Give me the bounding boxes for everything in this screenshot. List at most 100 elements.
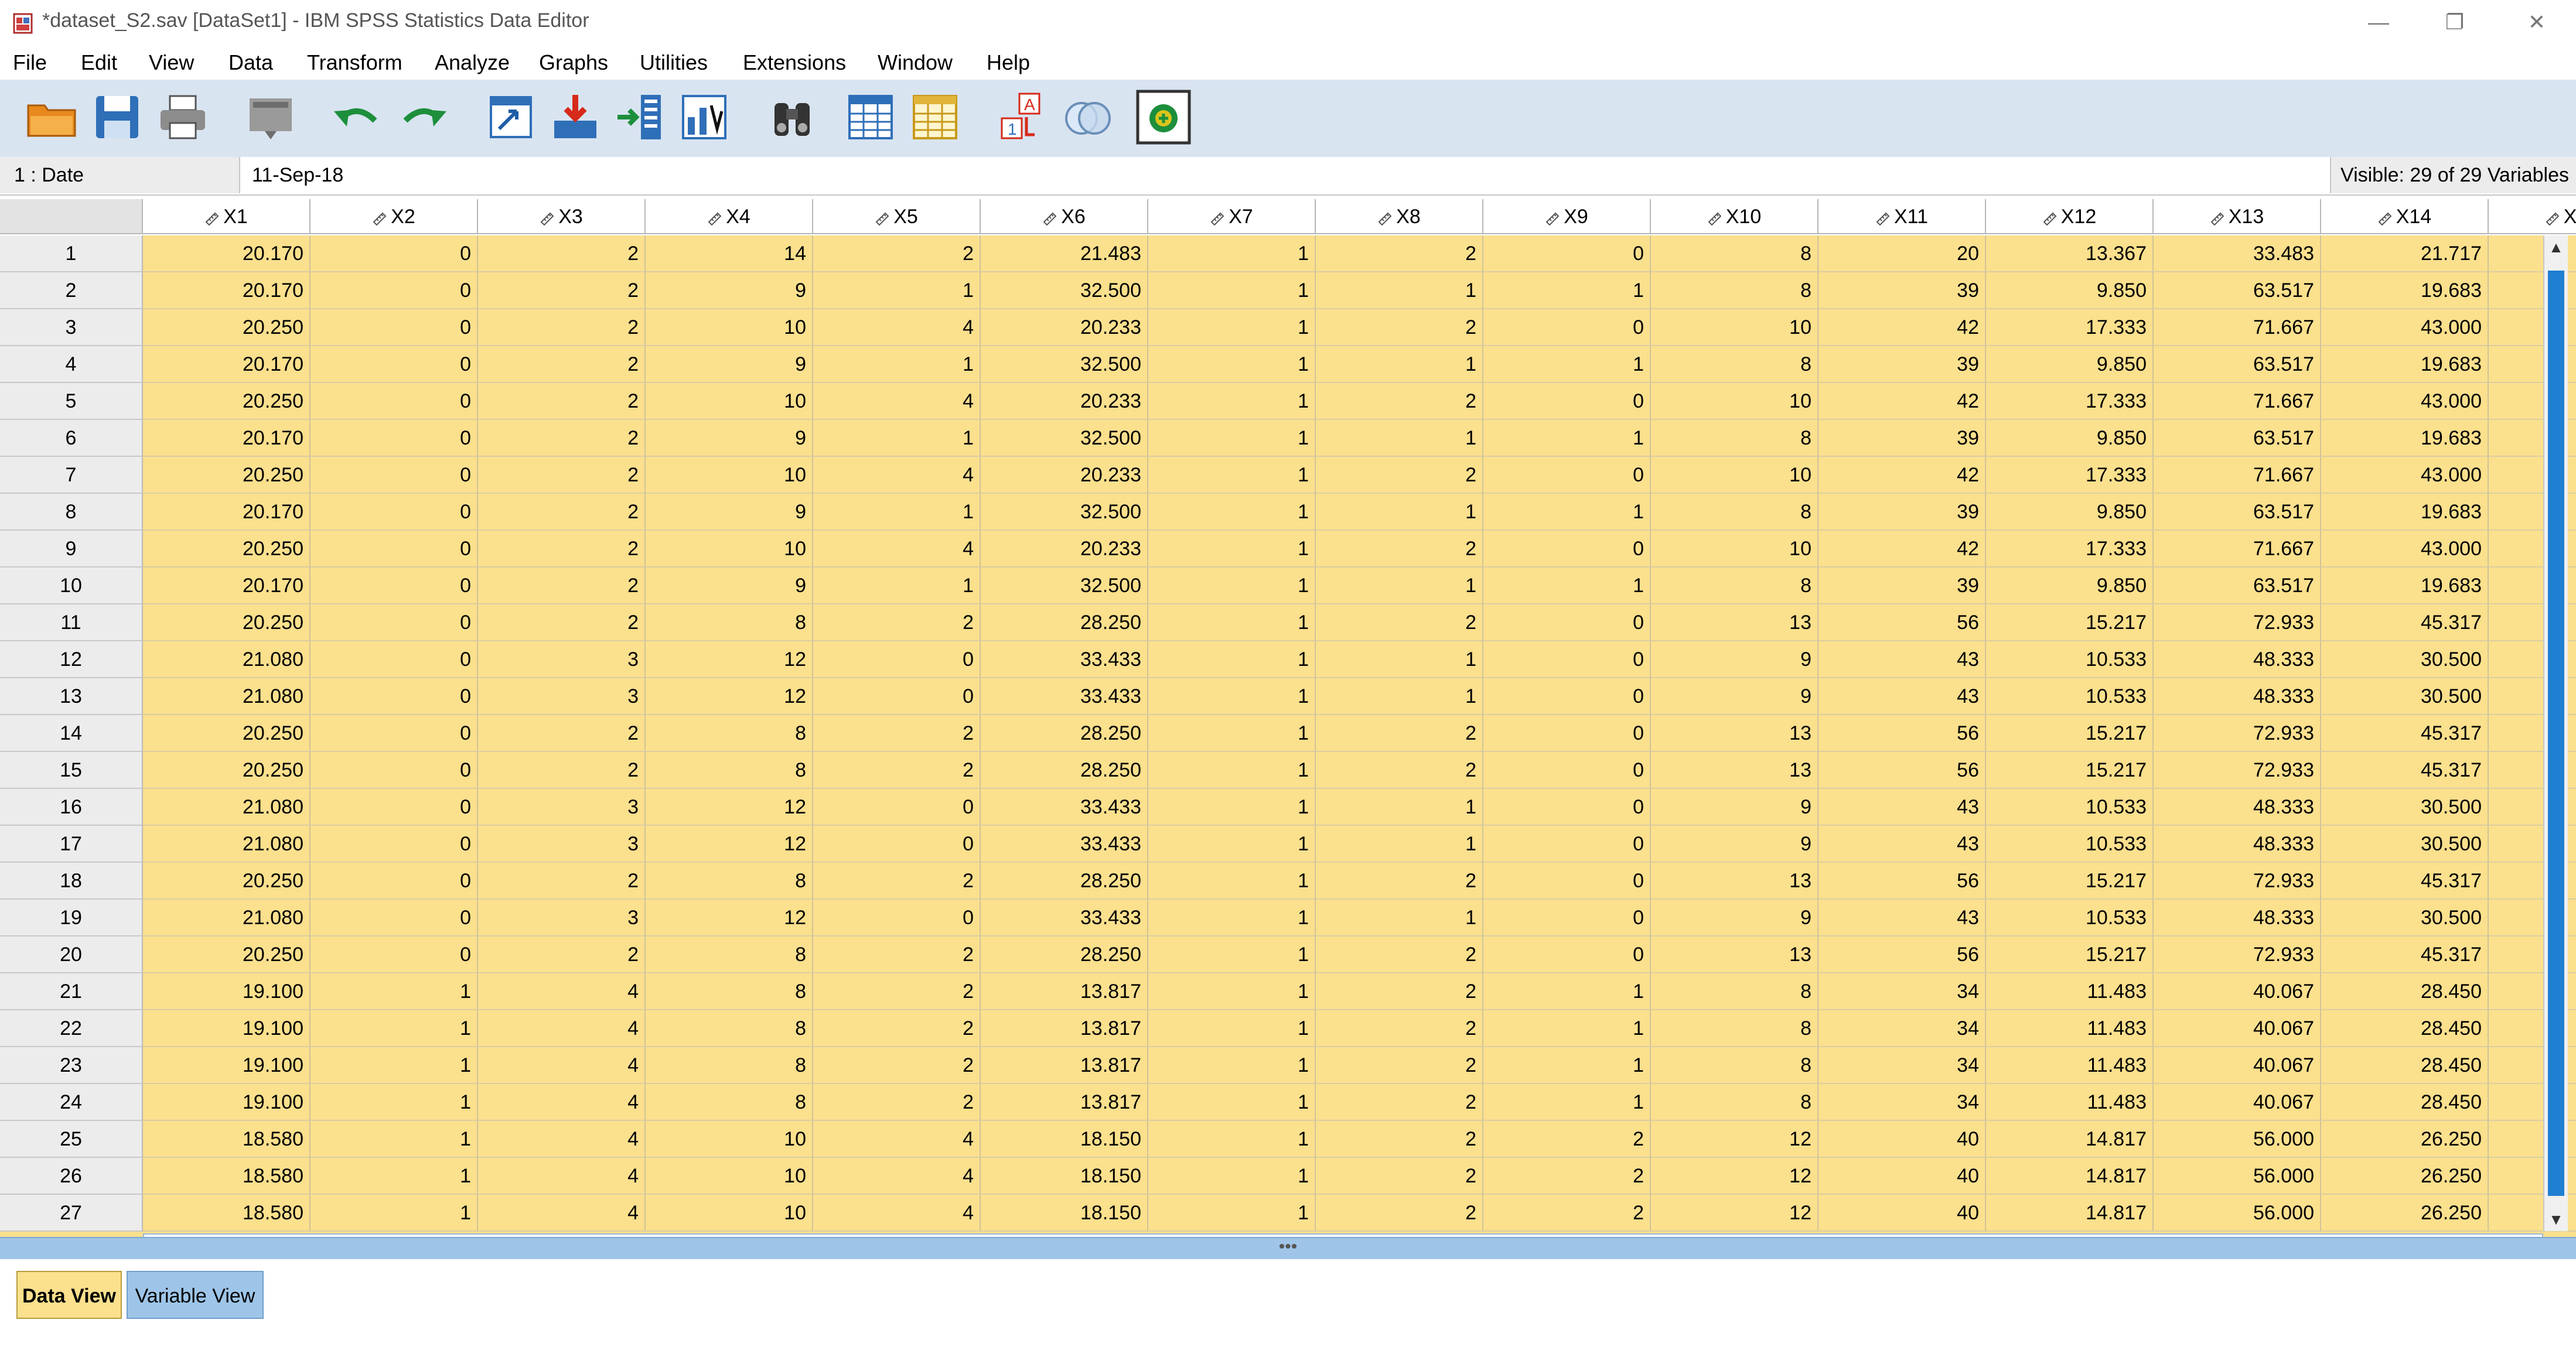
menu-extensions[interactable]: Extensions (743, 50, 846, 75)
data-cell[interactable]: 1 (311, 1195, 478, 1232)
data-cell[interactable]: 20.233 (981, 457, 1148, 494)
data-cell[interactable]: 8 (1651, 1010, 1818, 1047)
menu-file[interactable]: File (13, 50, 47, 75)
data-cell[interactable]: 0 (1483, 715, 1651, 752)
data-cell[interactable]: 32.500 (981, 272, 1148, 309)
data-cell[interactable]: 0 (813, 678, 981, 715)
undo-icon[interactable] (328, 88, 387, 146)
data-cell[interactable]: 2 (1316, 383, 1483, 420)
data-cell[interactable]: 1 (1148, 1121, 1316, 1158)
data-cell[interactable]: 0 (311, 420, 478, 457)
data-cell[interactable]: 19.100 (143, 1047, 311, 1084)
data-cell[interactable]: 13 (1651, 715, 1818, 752)
row-number[interactable]: 16 (0, 789, 143, 826)
data-cell[interactable]: 40.067 (2154, 1047, 2321, 1084)
data-cell[interactable]: 0 (1483, 678, 1651, 715)
row-number[interactable]: 8 (0, 494, 143, 531)
data-cell[interactable]: 13.817 (981, 1047, 1148, 1084)
data-cell[interactable]: 20.170 (143, 420, 311, 457)
data-cell[interactable]: 8 (1651, 1047, 1818, 1084)
data-cell[interactable]: 2 (478, 272, 646, 309)
data-cell[interactable]: 14.817 (1986, 1158, 2154, 1195)
row-number[interactable]: 11 (0, 604, 143, 641)
print-icon[interactable] (153, 88, 212, 146)
data-cell[interactable]: 2 (478, 604, 646, 641)
data-cell[interactable]: 9 (1651, 641, 1818, 678)
data-cell[interactable]: 2 (1483, 1121, 1651, 1158)
data-cell[interactable]: 20.170 (143, 346, 311, 383)
data-cell[interactable]: 3 (478, 789, 646, 826)
data-cell[interactable]: 12 (1651, 1121, 1818, 1158)
data-cell[interactable]: 18.580 (143, 1121, 311, 1158)
data-cell[interactable]: 4 (813, 309, 981, 346)
data-cell[interactable]: 0 (1483, 235, 1651, 272)
data-cell[interactable]: 2 (813, 863, 981, 900)
row-number[interactable]: 14 (0, 715, 143, 752)
data-cell[interactable]: 1 (1316, 494, 1483, 531)
row-number[interactable]: 19 (0, 900, 143, 936)
data-cell[interactable]: 20.250 (143, 715, 311, 752)
data-cell[interactable]: 1 (1148, 826, 1316, 863)
cell-value-editor[interactable]: 11-Sep-18 (246, 157, 343, 193)
data-cell[interactable]: 2 (478, 715, 646, 752)
data-cell[interactable]: 4 (478, 1010, 646, 1047)
data-cell[interactable]: 20.250 (143, 531, 311, 567)
row-number[interactable]: 13 (0, 678, 143, 715)
row-number[interactable]: 23 (0, 1047, 143, 1084)
data-cell[interactable]: 1 (1148, 1010, 1316, 1047)
data-cell[interactable]: 12 (1651, 1195, 1818, 1232)
data-cell[interactable]: 0 (1483, 641, 1651, 678)
data-cell[interactable]: 45.317 (2321, 715, 2489, 752)
column-header-x9[interactable]: X9 (1483, 199, 1651, 234)
row-number[interactable]: 7 (0, 457, 143, 494)
data-cell[interactable]: 0 (311, 826, 478, 863)
data-cell[interactable]: 43 (1818, 678, 1986, 715)
data-cell[interactable]: 10.533 (1986, 641, 2154, 678)
data-cell[interactable]: 28.450 (2321, 1084, 2489, 1121)
data-cell[interactable]: 43 (1818, 641, 1986, 678)
data-cell[interactable]: 21.080 (143, 900, 311, 936)
data-cell[interactable]: 15.217 (1986, 604, 2154, 641)
data-cell[interactable]: 1 (1148, 900, 1316, 936)
data-cell[interactable]: 1 (1148, 678, 1316, 715)
data-cell[interactable]: 19.100 (143, 1084, 311, 1121)
data-cell[interactable]: 13 (1651, 604, 1818, 641)
data-cell[interactable]: 0 (1483, 863, 1651, 900)
data-cell[interactable]: 39 (1818, 272, 1986, 309)
data-cell[interactable]: 72.933 (2154, 715, 2321, 752)
data-cell[interactable]: 2 (1316, 1195, 1483, 1232)
data-cell[interactable]: 9 (1651, 900, 1818, 936)
data-cell[interactable]: 15.217 (1986, 752, 2154, 789)
data-cell[interactable]: 8 (646, 936, 813, 973)
data-cell[interactable]: 2 (478, 531, 646, 567)
column-header-x3[interactable]: X3 (478, 199, 646, 234)
data-cell[interactable]: 2 (813, 936, 981, 973)
data-cell[interactable]: 8 (1651, 1084, 1818, 1121)
data-cell[interactable]: 40.067 (2154, 973, 2321, 1010)
data-cell[interactable]: 45.317 (2321, 936, 2489, 973)
data-cell[interactable]: 2 (1316, 235, 1483, 272)
menu-data[interactable]: Data (228, 50, 273, 75)
data-cell[interactable]: 0 (813, 826, 981, 863)
data-cell[interactable]: 11.483 (1986, 1084, 2154, 1121)
data-cell[interactable]: 2 (1316, 936, 1483, 973)
data-cell[interactable]: 11.483 (1986, 1010, 2154, 1047)
data-cell[interactable]: 2 (478, 309, 646, 346)
data-cell[interactable]: 0 (813, 789, 981, 826)
data-cell[interactable]: 2 (813, 235, 981, 272)
data-cell[interactable]: 1 (813, 420, 981, 457)
data-cell[interactable]: 1 (1148, 1047, 1316, 1084)
data-cell[interactable]: 10 (646, 1158, 813, 1195)
data-cell[interactable]: 3 (478, 900, 646, 936)
data-cell[interactable]: 1 (813, 494, 981, 531)
data-cell[interactable]: 21.080 (143, 641, 311, 678)
redo-icon[interactable] (394, 88, 452, 146)
data-cell[interactable]: 2 (1483, 1158, 1651, 1195)
data-cell[interactable]: 1 (1148, 604, 1316, 641)
data-cell[interactable]: 19.683 (2321, 272, 2489, 309)
data-cell[interactable]: 1 (1148, 309, 1316, 346)
data-cell[interactable]: 0 (1483, 531, 1651, 567)
data-cell[interactable]: 56.000 (2154, 1121, 2321, 1158)
data-cell[interactable]: 0 (311, 752, 478, 789)
data-cell[interactable]: 26.250 (2321, 1121, 2489, 1158)
